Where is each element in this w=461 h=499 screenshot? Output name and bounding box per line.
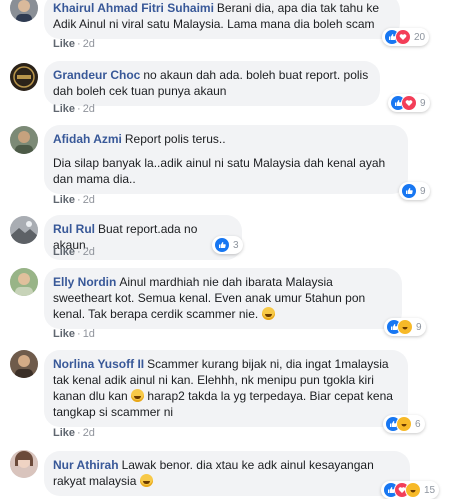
like-link[interactable]: Like bbox=[53, 194, 75, 206]
reaction-count: 15 bbox=[424, 484, 436, 496]
comment-meta: Like · 2d bbox=[53, 103, 95, 115]
timestamp[interactable]: 2d bbox=[83, 103, 95, 115]
commenter-name[interactable]: Elly Nordin bbox=[53, 275, 116, 289]
reaction-summary[interactable]: 9 bbox=[384, 318, 426, 336]
comment-text: Dia silap banyak la..adik ainul ni satu … bbox=[53, 156, 386, 186]
avatar[interactable] bbox=[10, 63, 38, 91]
grinning-squinting-emoji bbox=[139, 474, 153, 487]
haha-reaction-icon bbox=[397, 319, 413, 335]
like-reaction-icon bbox=[214, 237, 230, 253]
timestamp[interactable]: 2d bbox=[83, 194, 95, 206]
commenter-name[interactable]: Grandeur Choc bbox=[53, 68, 140, 82]
comment-bubble: Khairul Ahmad Fitri Suhaimi Berani dia, a… bbox=[44, 0, 400, 39]
like-link[interactable]: Like bbox=[53, 103, 75, 115]
comment-meta: Like · 1d bbox=[53, 328, 95, 340]
reaction-count: 9 bbox=[420, 185, 426, 197]
commenter-name[interactable]: Khairul Ahmad Fitri Suhaimi bbox=[53, 1, 214, 15]
avatar[interactable] bbox=[10, 126, 38, 154]
like-reaction-icon bbox=[401, 183, 417, 199]
like-link[interactable]: Like bbox=[53, 427, 75, 439]
reaction-count: 9 bbox=[416, 321, 422, 333]
avatar[interactable] bbox=[10, 350, 38, 378]
haha-reaction-icon bbox=[405, 482, 421, 498]
comment-bubble: Grandeur Choc no akaun dah ada. boleh bua… bbox=[44, 61, 380, 106]
comment-meta: Like · 2d bbox=[53, 38, 95, 50]
avatar[interactable] bbox=[10, 268, 38, 296]
comment-text: Report polis terus.. bbox=[124, 132, 226, 146]
reaction-count: 3 bbox=[233, 239, 239, 251]
timestamp[interactable]: 2d bbox=[83, 246, 95, 258]
reaction-count: 9 bbox=[420, 97, 426, 109]
comment-bubble: Nur Athirah Lawak benor. dia xtau ke adk … bbox=[44, 451, 410, 496]
avatar[interactable] bbox=[10, 0, 38, 22]
comment-bubble: Norlina Yusoff II Scammer kurang bijak ni… bbox=[44, 350, 408, 427]
reaction-count: 20 bbox=[414, 31, 426, 43]
comment-meta: Like · 2d bbox=[53, 246, 95, 258]
timestamp[interactable]: 2d bbox=[83, 427, 95, 439]
reaction-summary[interactable]: 9 bbox=[399, 182, 430, 200]
avatar[interactable] bbox=[10, 450, 38, 478]
avatar[interactable] bbox=[10, 216, 38, 244]
reaction-summary[interactable]: 3 bbox=[212, 236, 243, 254]
grinning-squinting-emoji bbox=[131, 389, 145, 402]
comment-bubble: Afidah Azmi Report polis terus.. Dia sila… bbox=[44, 125, 408, 194]
timestamp[interactable]: 2d bbox=[83, 38, 95, 50]
commenter-name[interactable]: Rul Rul bbox=[53, 222, 95, 236]
like-link[interactable]: Like bbox=[53, 328, 75, 340]
reaction-count: 6 bbox=[415, 418, 421, 430]
love-reaction-icon bbox=[401, 95, 417, 111]
reaction-summary[interactable]: 20 bbox=[382, 28, 430, 46]
like-link[interactable]: Like bbox=[53, 246, 75, 258]
comment-meta: Like · 2d bbox=[53, 194, 95, 206]
comment-meta: Like · 2d bbox=[53, 427, 95, 439]
love-reaction-icon bbox=[395, 29, 411, 45]
haha-reaction-icon bbox=[396, 416, 412, 432]
comment-bubble: Elly Nordin Ainul mardhiah nie dah ibarat… bbox=[44, 268, 402, 329]
reaction-summary[interactable]: 6 bbox=[383, 415, 425, 433]
timestamp[interactable]: 1d bbox=[83, 328, 95, 340]
reaction-summary[interactable]: 9 bbox=[388, 94, 430, 112]
reaction-summary[interactable]: 15 bbox=[381, 481, 440, 499]
like-link[interactable]: Like bbox=[53, 38, 75, 50]
commenter-name[interactable]: Nur Athirah bbox=[53, 458, 119, 472]
commenter-name[interactable]: Norlina Yusoff II bbox=[53, 357, 144, 371]
commenter-name[interactable]: Afidah Azmi bbox=[53, 132, 122, 146]
grinning-squinting-emoji bbox=[261, 307, 275, 320]
